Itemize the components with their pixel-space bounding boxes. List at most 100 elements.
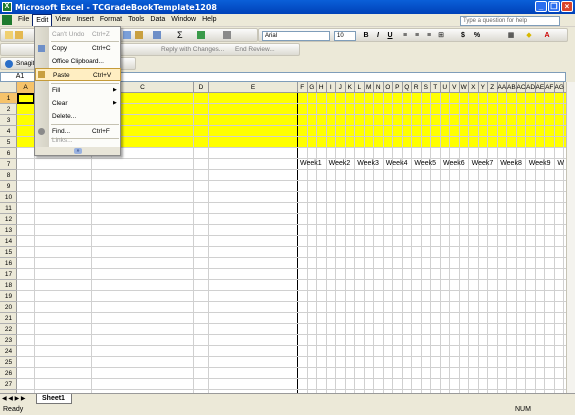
row-header[interactable]: 27	[0, 379, 17, 390]
column-header[interactable]: AG	[555, 82, 564, 93]
undo-icon[interactable]	[153, 31, 161, 39]
select-all-corner[interactable]	[0, 82, 17, 93]
row-header[interactable]: 10	[0, 192, 17, 203]
row-header[interactable]: 21	[0, 313, 17, 324]
row-header[interactable]: 23	[0, 335, 17, 346]
end-review-button[interactable]: End Review...	[235, 46, 275, 53]
help-search-input[interactable]: Type a question for help	[460, 16, 560, 26]
font-name-select[interactable]: Arial	[262, 31, 330, 41]
menu-format[interactable]: Format	[97, 14, 125, 26]
column-header[interactable]: O	[384, 82, 393, 93]
row-header[interactable]: 26	[0, 368, 17, 379]
column-header[interactable]: D	[194, 82, 209, 93]
menu-tools[interactable]: Tools	[125, 14, 147, 26]
menu-item-undo[interactable]: Can't Undo Ctrl+Z	[35, 28, 121, 41]
column-header[interactable]: AB	[507, 82, 517, 93]
row-header[interactable]: 11	[0, 203, 17, 214]
snagit-icon[interactable]	[5, 60, 13, 68]
column-header[interactable]: Y	[479, 82, 488, 93]
tab-nav-arrows[interactable]: ◀ ◀ ▶ ▶	[2, 395, 25, 402]
row-header[interactable]: 9	[0, 181, 17, 192]
menu-item-fill[interactable]: Fill ▶	[35, 84, 121, 97]
row-header[interactable]: 14	[0, 236, 17, 247]
menu-item-office-clipboard[interactable]: Office Clipboard...	[35, 55, 121, 68]
font-color-icon[interactable]: A	[542, 31, 552, 41]
paste-icon[interactable]	[135, 31, 143, 39]
column-header[interactable]: V	[450, 82, 460, 93]
column-header[interactable]: U	[441, 82, 450, 93]
column-header[interactable]: E	[209, 82, 298, 93]
column-header[interactable]: K	[346, 82, 355, 93]
row-header[interactable]: 1	[0, 93, 17, 104]
merge-center-icon[interactable]: ⊞	[436, 31, 446, 41]
align-right-icon[interactable]: ≡	[424, 31, 434, 41]
row-header[interactable]: 25	[0, 357, 17, 368]
close-button[interactable]: ×	[561, 1, 573, 12]
borders-icon[interactable]: ▦	[506, 31, 516, 41]
reply-with-changes-button[interactable]: Reply with Changes...	[161, 46, 224, 53]
column-header[interactable]: T	[431, 82, 441, 93]
column-header[interactable]: P	[393, 82, 403, 93]
format-painter-icon[interactable]	[123, 31, 131, 39]
menu-window[interactable]: Window	[168, 14, 199, 26]
workbook-icon[interactable]	[2, 15, 12, 25]
menu-insert[interactable]: Insert	[73, 14, 97, 26]
row-header[interactable]: 4	[0, 126, 17, 137]
italic-button[interactable]: I	[373, 31, 383, 41]
column-header[interactable]: M	[365, 82, 374, 93]
row-header[interactable]: 6	[0, 148, 17, 159]
column-header[interactable]: N	[374, 82, 384, 93]
vertical-scrollbar[interactable]	[566, 82, 575, 393]
row-header[interactable]: 7	[0, 159, 17, 170]
menu-item-delete[interactable]: Delete...	[35, 110, 121, 123]
minimize-button[interactable]: _	[535, 1, 547, 12]
row-header[interactable]: 20	[0, 302, 17, 313]
column-header[interactable]: X	[469, 82, 479, 93]
open-icon[interactable]	[15, 31, 23, 39]
menu-item-links[interactable]: Links...	[35, 135, 121, 147]
row-header[interactable]: 15	[0, 247, 17, 258]
row-header[interactable]: 16	[0, 258, 17, 269]
menu-data[interactable]: Data	[147, 14, 168, 26]
column-header[interactable]: AF	[545, 82, 555, 93]
snagit-button-label[interactable]: Snagit	[16, 60, 34, 67]
column-header[interactable]: AC	[517, 82, 526, 93]
menu-item-paste[interactable]: Paste Ctrl+V	[35, 68, 121, 81]
row-header[interactable]: 12	[0, 214, 17, 225]
menu-item-copy[interactable]: Copy Ctrl+C	[35, 42, 121, 55]
chart-wizard-icon[interactable]	[197, 31, 205, 39]
percent-button[interactable]: %	[472, 31, 482, 41]
sheet-tab-sheet1[interactable]: Sheet1	[36, 394, 72, 404]
column-header[interactable]: W	[460, 82, 469, 93]
maximize-button[interactable]: ❐	[548, 1, 560, 12]
menu-edit[interactable]: Edit	[32, 14, 53, 26]
bold-button[interactable]: B	[361, 31, 371, 41]
column-header[interactable]: L	[355, 82, 365, 93]
row-header[interactable]: 24	[0, 346, 17, 357]
active-cell-a1[interactable]	[17, 93, 35, 104]
row-header[interactable]: 5	[0, 137, 17, 148]
column-header[interactable]: A	[17, 82, 35, 93]
row-header[interactable]: 17	[0, 269, 17, 280]
column-header[interactable]: AD	[526, 82, 536, 93]
row-header[interactable]: 8	[0, 170, 17, 181]
row-header[interactable]: 19	[0, 291, 17, 302]
column-header[interactable]: I	[327, 82, 336, 93]
zoom-icon[interactable]	[223, 31, 231, 39]
row-header[interactable]: 22	[0, 324, 17, 335]
column-header[interactable]: R	[412, 82, 422, 93]
menu-help[interactable]: Help	[199, 14, 219, 26]
underline-button[interactable]: U	[385, 31, 395, 41]
column-header[interactable]: Z	[488, 82, 498, 93]
column-header[interactable]: F	[298, 82, 308, 93]
fill-color-icon[interactable]: ◆	[524, 31, 534, 41]
column-header[interactable]: G	[308, 82, 317, 93]
align-center-icon[interactable]: ≡	[412, 31, 422, 41]
autosum-icon[interactable]: Σ	[177, 30, 183, 40]
row-header[interactable]: 13	[0, 225, 17, 236]
column-header[interactable]: AA	[498, 82, 507, 93]
column-header[interactable]: H	[317, 82, 327, 93]
menu-item-clear[interactable]: Clear ▶	[35, 97, 121, 110]
row-header[interactable]: 18	[0, 280, 17, 291]
row-header[interactable]: 2	[0, 104, 17, 115]
